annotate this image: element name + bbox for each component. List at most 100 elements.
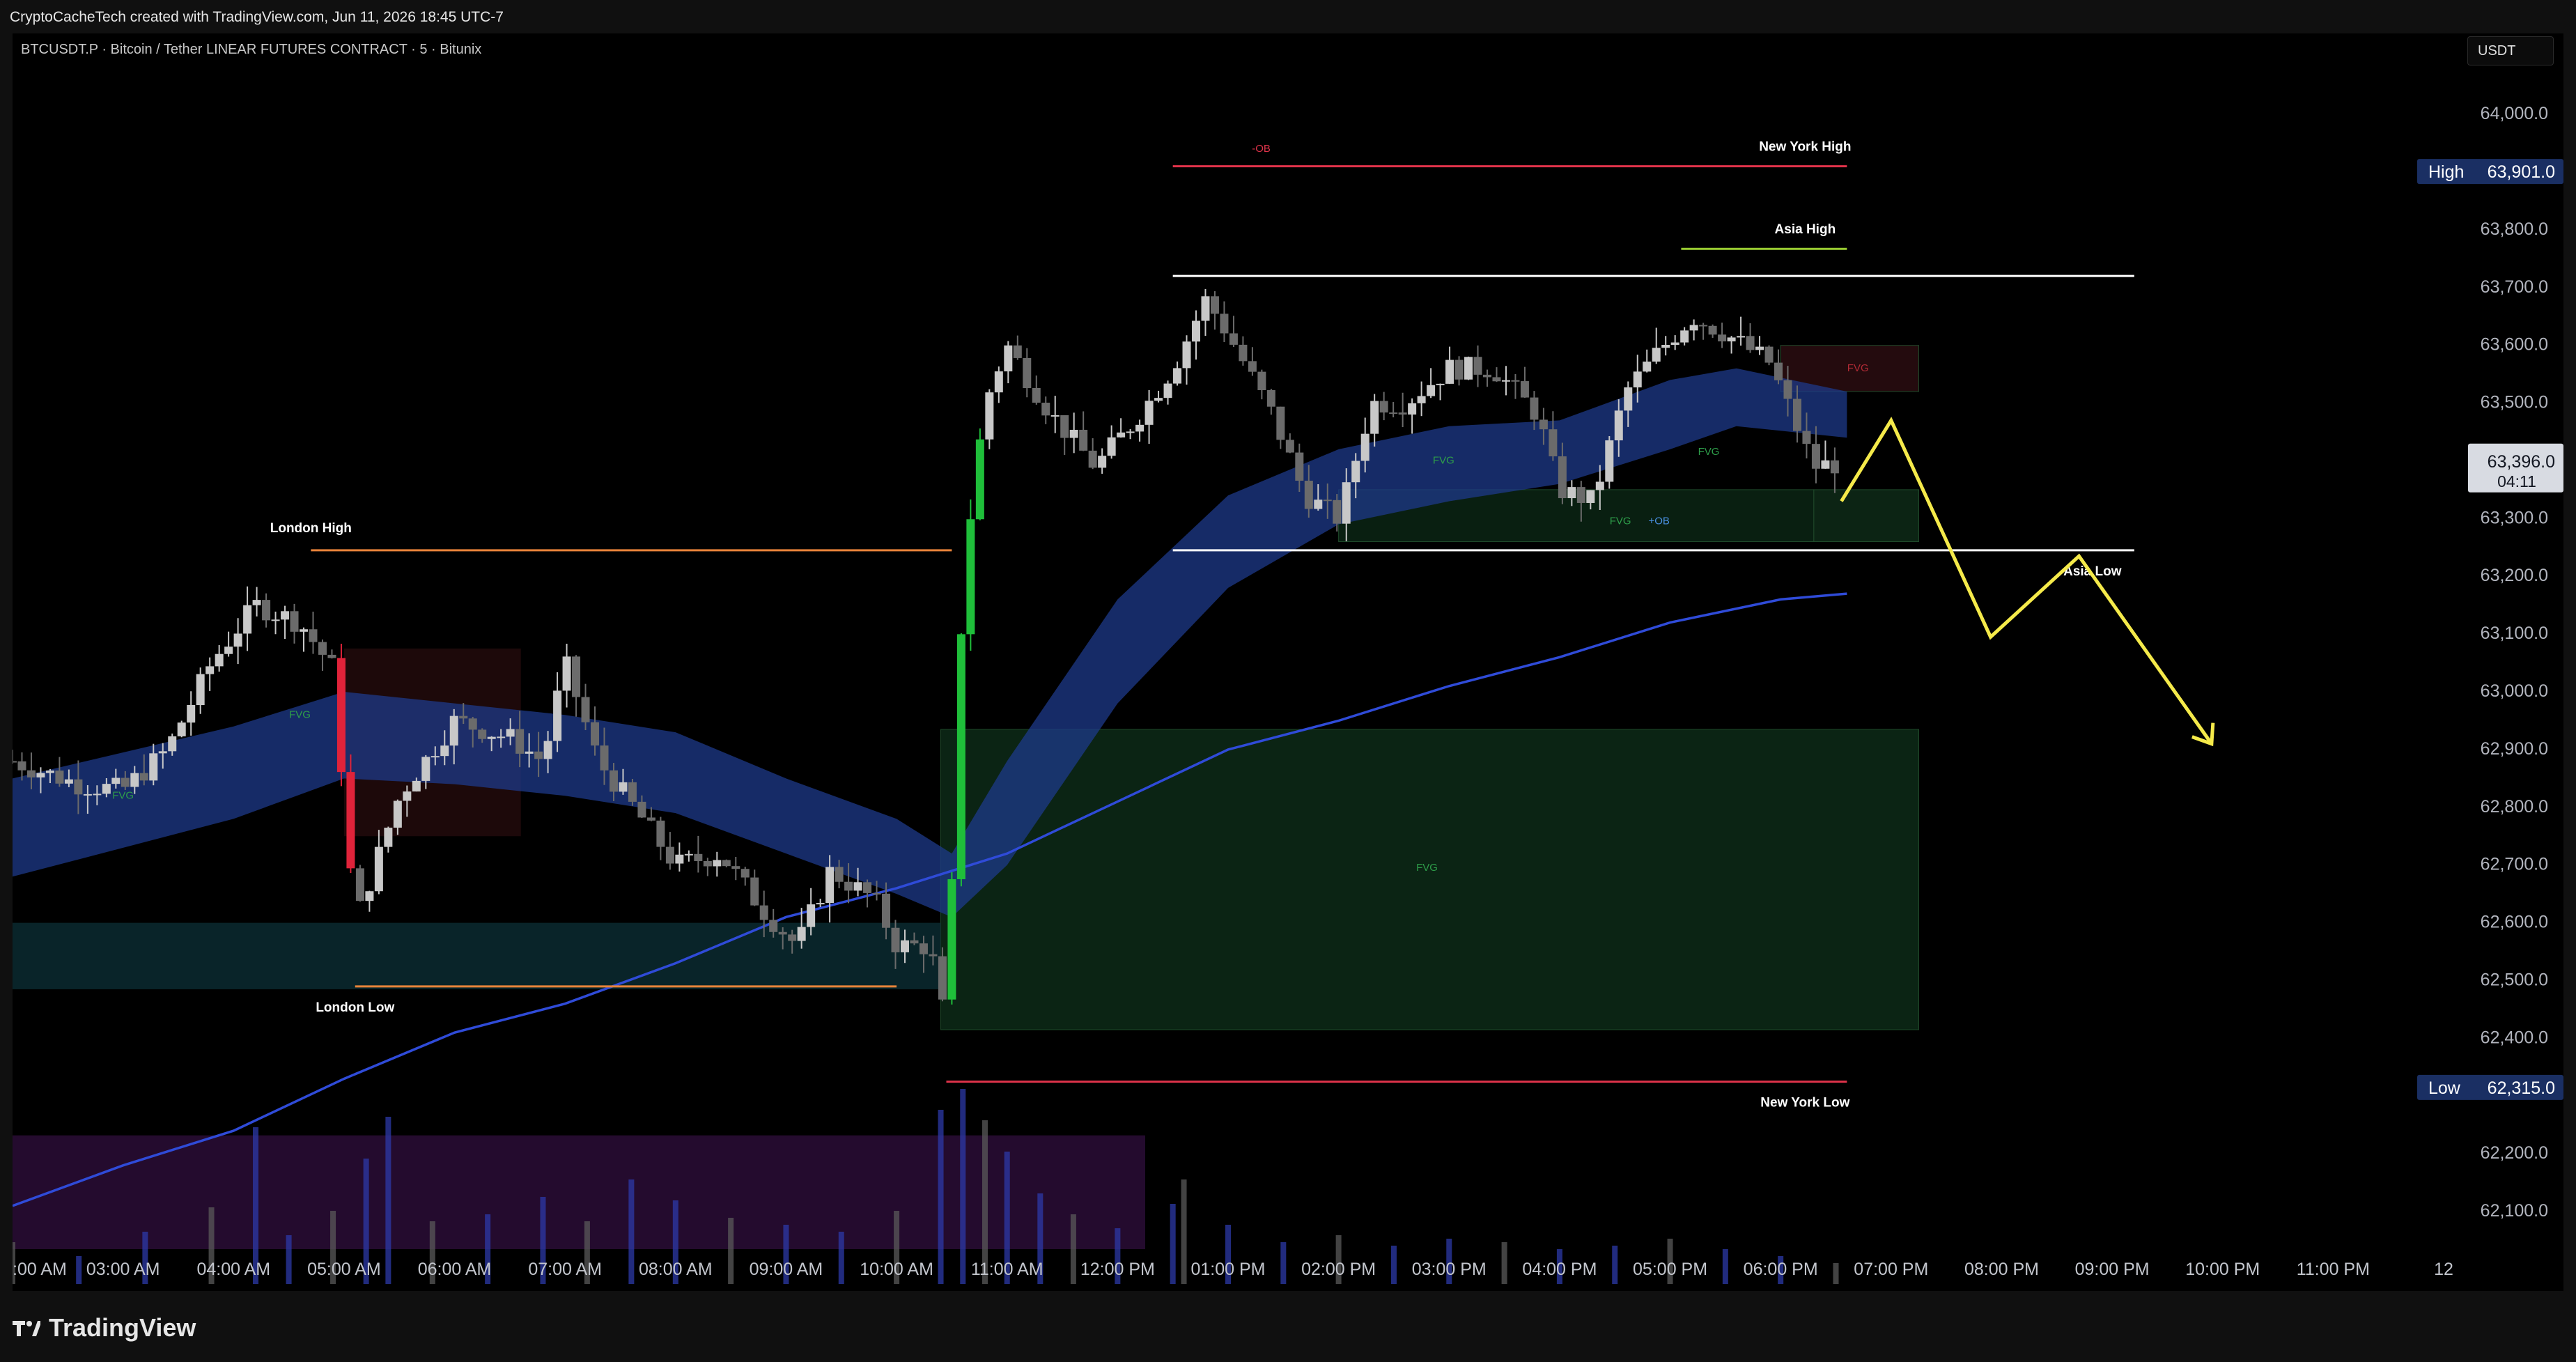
volume-bar — [838, 1232, 844, 1284]
candle-body — [919, 943, 928, 954]
candle-body — [985, 392, 994, 440]
volume-bar — [286, 1235, 292, 1284]
level-label-1: Asia High — [1775, 222, 1836, 237]
high-price-tag-value: 63,901.0 — [2488, 162, 2555, 182]
candle-body — [572, 656, 581, 697]
y-tick-label-18: 62,100.0 — [2481, 1201, 2548, 1221]
candle-body — [1549, 429, 1558, 457]
x-tick-label-6: 08:00 AM — [639, 1260, 713, 1279]
candle-body — [1811, 444, 1820, 469]
candle-body — [83, 794, 92, 796]
volume-bar — [1833, 1263, 1839, 1284]
candle-body — [1257, 371, 1266, 390]
y-tick-label-12: 62,800.0 — [2481, 797, 2548, 817]
currency-selector[interactable]: USDT — [2467, 36, 2554, 65]
candle-body — [393, 800, 402, 828]
candle-body — [1830, 460, 1839, 474]
candle-body — [797, 927, 806, 941]
candle-body — [1154, 398, 1163, 401]
volume-bar — [1181, 1179, 1187, 1284]
candle-body — [449, 715, 458, 746]
candle-body — [1323, 500, 1332, 502]
y-tick-label-10: 63,000.0 — [2481, 681, 2548, 701]
candle-body — [1285, 440, 1294, 453]
candle-body — [1586, 490, 1595, 503]
last-price-countdown: 04:11 — [2497, 472, 2536, 490]
candle-body — [1023, 357, 1032, 388]
zone-label-3: FVG — [1610, 516, 1631, 527]
candle-body — [646, 817, 655, 821]
chart-canvas[interactable]: New York HighAsia HighAsia LowLondon Hig… — [13, 33, 2563, 1291]
candle-body — [1060, 415, 1069, 438]
candle-body — [64, 779, 73, 784]
zone-label-7: FVG — [112, 789, 134, 801]
candle-body — [1276, 406, 1285, 440]
candle-body — [938, 956, 947, 1000]
volume-bar — [76, 1256, 82, 1284]
level-label-0: New York High — [1759, 140, 1851, 155]
candle-body — [233, 633, 242, 647]
brand-name: TradingView — [49, 1313, 196, 1342]
candle-body — [130, 773, 139, 787]
candle-body — [759, 905, 768, 920]
candle-body — [36, 773, 45, 777]
candle-body — [1492, 377, 1501, 382]
candle-body — [102, 784, 111, 794]
candle-body — [1333, 500, 1342, 524]
x-tick-label-19: 09:00 PM — [2075, 1260, 2150, 1279]
candle-body — [1821, 460, 1830, 469]
candle-body — [158, 751, 167, 754]
candle-body — [468, 718, 477, 730]
candle-body — [384, 828, 393, 847]
x-tick-label-13: 03:00 PM — [1412, 1260, 1487, 1279]
x-tick-label-4: 06:00 AM — [418, 1260, 492, 1279]
candle-body — [252, 600, 261, 605]
candle-body — [1360, 433, 1370, 461]
candle-body — [713, 860, 722, 867]
tradingview-logo-icon — [13, 1321, 40, 1336]
candle-body — [609, 770, 618, 792]
x-tick-label-0: :00 AM — [13, 1260, 67, 1279]
candle-body — [1220, 314, 1229, 334]
candle-body — [1680, 330, 1689, 343]
candle-body — [1464, 357, 1473, 380]
candle-body — [769, 920, 778, 932]
candle-body — [581, 697, 590, 722]
candle-body — [1013, 345, 1022, 358]
volume-bar — [1390, 1246, 1397, 1284]
candle-body — [1558, 456, 1567, 499]
zone-label-5: FVG — [1847, 362, 1869, 374]
candle-body — [1746, 336, 1755, 350]
candle-body — [684, 853, 693, 856]
volume-bar — [1612, 1246, 1618, 1284]
y-tick-label-7: 63,300.0 — [2481, 508, 2548, 527]
candle-body — [825, 867, 835, 904]
candle-body — [534, 751, 543, 759]
y-tick-label-4: 63,700.0 — [2481, 277, 2548, 297]
candle-body — [1595, 481, 1604, 490]
candle-body — [336, 658, 346, 773]
volume-bar — [728, 1218, 734, 1284]
candle-body — [1699, 325, 1708, 327]
candle-body — [543, 741, 552, 759]
candle-body — [816, 903, 825, 905]
candle-body — [497, 736, 506, 738]
candle-body — [553, 690, 562, 741]
candle-body — [205, 666, 215, 674]
candle-body — [637, 801, 646, 818]
candle-body — [1117, 432, 1126, 438]
x-tick-label-11: 01:00 PM — [1190, 1260, 1265, 1279]
candle-body — [26, 770, 36, 777]
candle-body — [1229, 333, 1238, 345]
candle-body — [121, 777, 130, 787]
top-credit-bar: CryptoCacheTech created with TradingView… — [0, 0, 2576, 33]
y-tick-label-13: 62,700.0 — [2481, 855, 2548, 874]
candle-body — [1755, 346, 1764, 350]
candle-body — [1737, 336, 1746, 338]
candle-body — [262, 600, 271, 621]
candle-body — [1427, 385, 1436, 396]
tradingview-brand[interactable]: TradingView — [13, 1313, 196, 1342]
candle-body — [703, 860, 712, 867]
chart-plot-area[interactable]: New York High Asia High Asia Low London Hig… — [13, 33, 2563, 1291]
x-tick-label-5: 07:00 AM — [528, 1260, 602, 1279]
